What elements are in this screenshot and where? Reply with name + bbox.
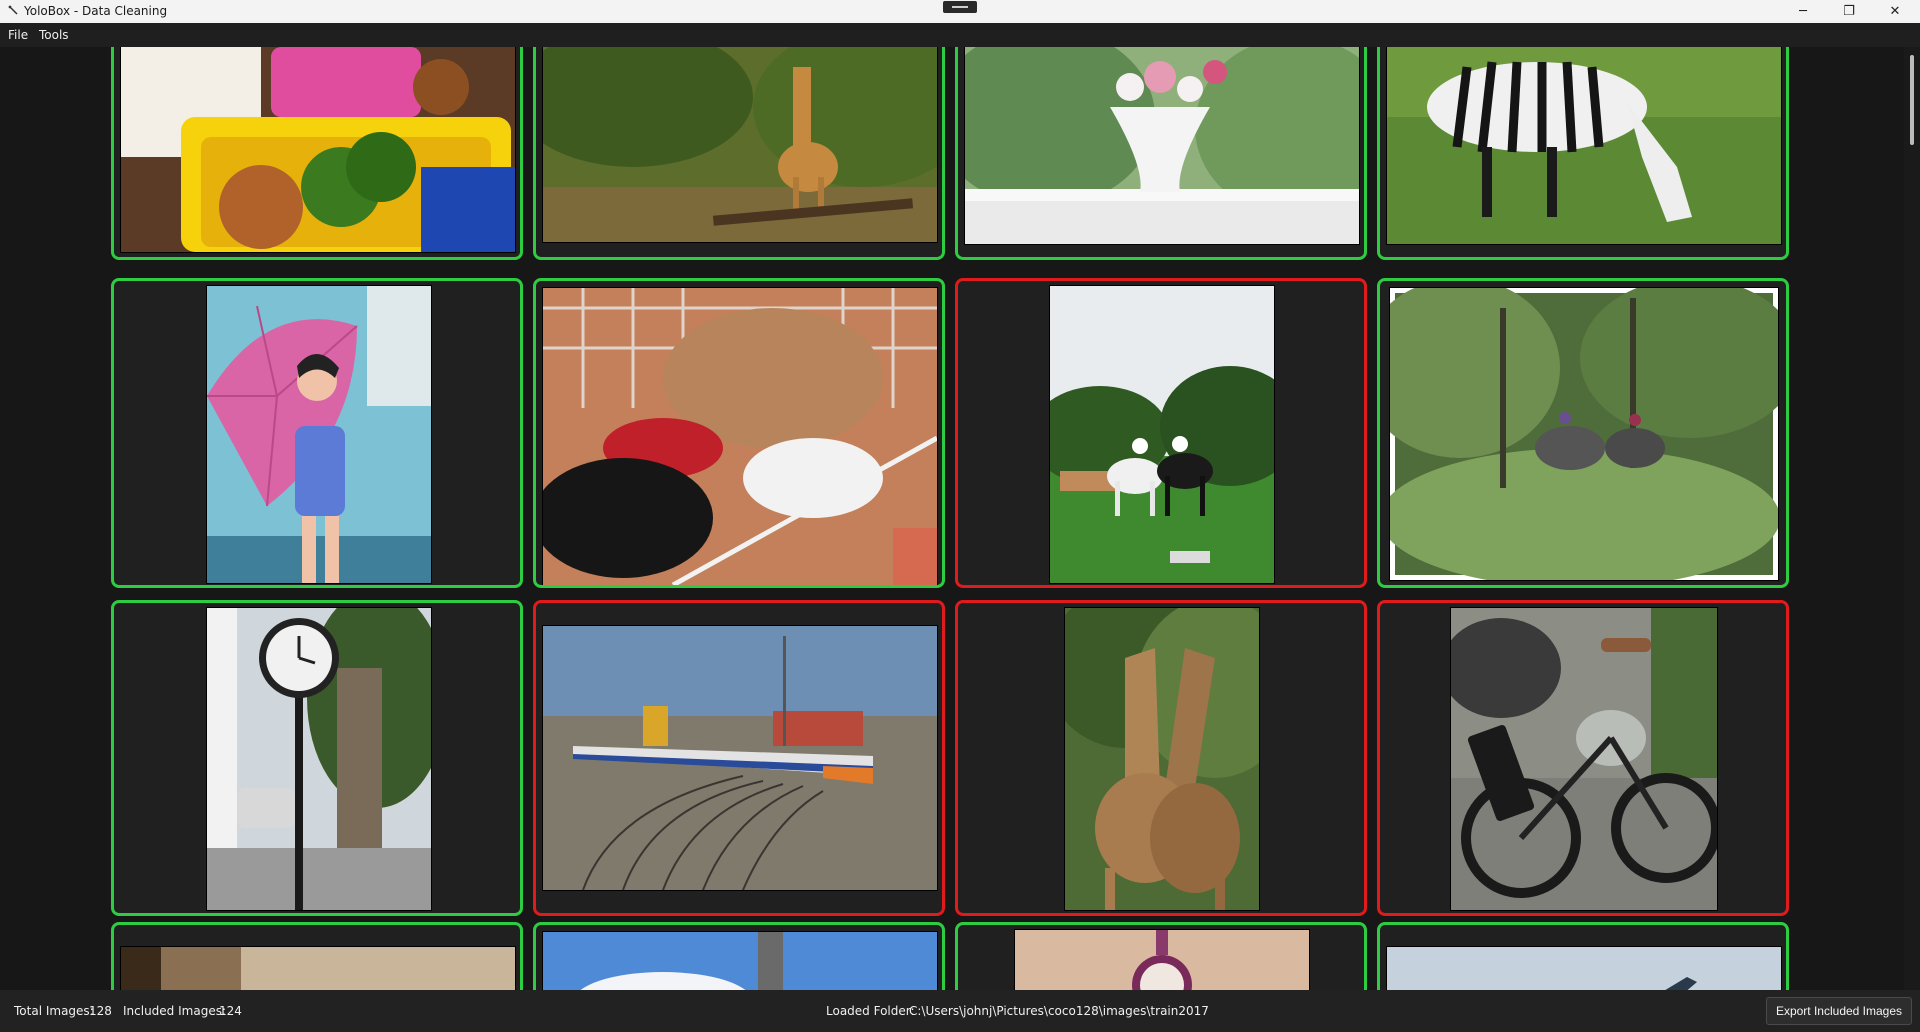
menu-bar: File Tools: [0, 23, 1920, 47]
image-grid-viewport[interactable]: [0, 47, 1920, 990]
export-included-images-button[interactable]: Export Included Images: [1766, 997, 1912, 1025]
image-card-street-clock[interactable]: [111, 600, 523, 916]
image-card-sky-birds[interactable]: [533, 922, 945, 990]
image-card-zebra[interactable]: [1377, 47, 1789, 260]
image-card-horses-riders[interactable]: [955, 278, 1367, 588]
lunchbox-image: [120, 47, 516, 253]
minimize-button[interactable]: ─: [1780, 0, 1826, 23]
title-bar: YoloBox - Data Cleaning ─ ❐ ✕: [0, 0, 1920, 23]
image-card-train-yard[interactable]: [533, 600, 945, 916]
image-card-jungle-elephants[interactable]: [1377, 278, 1789, 588]
loaded-folder-label: Loaded Folder:: [826, 1004, 915, 1018]
street-clock-image: [206, 607, 432, 911]
close-button[interactable]: ✕: [1872, 0, 1918, 23]
image-card-umbrella-woman[interactable]: [111, 278, 523, 588]
image-card-street[interactable]: [111, 922, 523, 990]
scrollbar-thumb[interactable]: [1910, 55, 1914, 145]
jungle-elephants-image: [1389, 287, 1779, 581]
train-yard-image: [542, 625, 938, 891]
clock-image: [1014, 929, 1310, 990]
image-card-giraffes[interactable]: [955, 600, 1367, 916]
flower-vase-image: [964, 47, 1360, 245]
loaded-folder-path: C:\Users\johnj\Pictures\coco128\images\t…: [909, 1004, 1209, 1018]
image-card-flower-vase[interactable]: [955, 47, 1367, 260]
image-card-lunchbox[interactable]: [111, 47, 523, 260]
airplane-image: [1386, 946, 1782, 990]
image-card-clock[interactable]: [955, 922, 1367, 990]
giraffes-image: [1064, 607, 1260, 911]
sky-birds-image: [542, 931, 938, 990]
window-title: YoloBox - Data Cleaning: [24, 4, 168, 18]
dog-shoes-image: [542, 287, 938, 585]
zebra-image: [1386, 47, 1782, 245]
image-card-dog-shoes[interactable]: [533, 278, 945, 588]
umbrella-woman-image: [206, 285, 432, 584]
street-image: [120, 946, 516, 990]
image-card-giraffe[interactable]: [533, 47, 945, 260]
maximize-button[interactable]: ❐: [1826, 0, 1872, 23]
total-images-label: Total Images:: [14, 1004, 94, 1018]
image-card-airplane[interactable]: [1377, 922, 1789, 990]
menu-file[interactable]: File: [8, 28, 28, 42]
horses-riders-image: [1049, 285, 1275, 584]
total-images-value: 128: [89, 1004, 112, 1018]
image-card-motorcycles[interactable]: [1377, 600, 1789, 916]
vertical-scrollbar[interactable]: [1904, 47, 1920, 990]
motorcycles-image: [1450, 607, 1718, 911]
status-bar: Total Images: 128 Included Images: 124 L…: [0, 990, 1920, 1032]
included-images-value: 124: [219, 1004, 242, 1018]
giraffe-image: [542, 47, 938, 243]
app-icon: [8, 5, 18, 15]
included-images-label: Included Images:: [123, 1004, 226, 1018]
snap-grip-icon[interactable]: [943, 1, 977, 13]
menu-tools[interactable]: Tools: [39, 28, 69, 42]
